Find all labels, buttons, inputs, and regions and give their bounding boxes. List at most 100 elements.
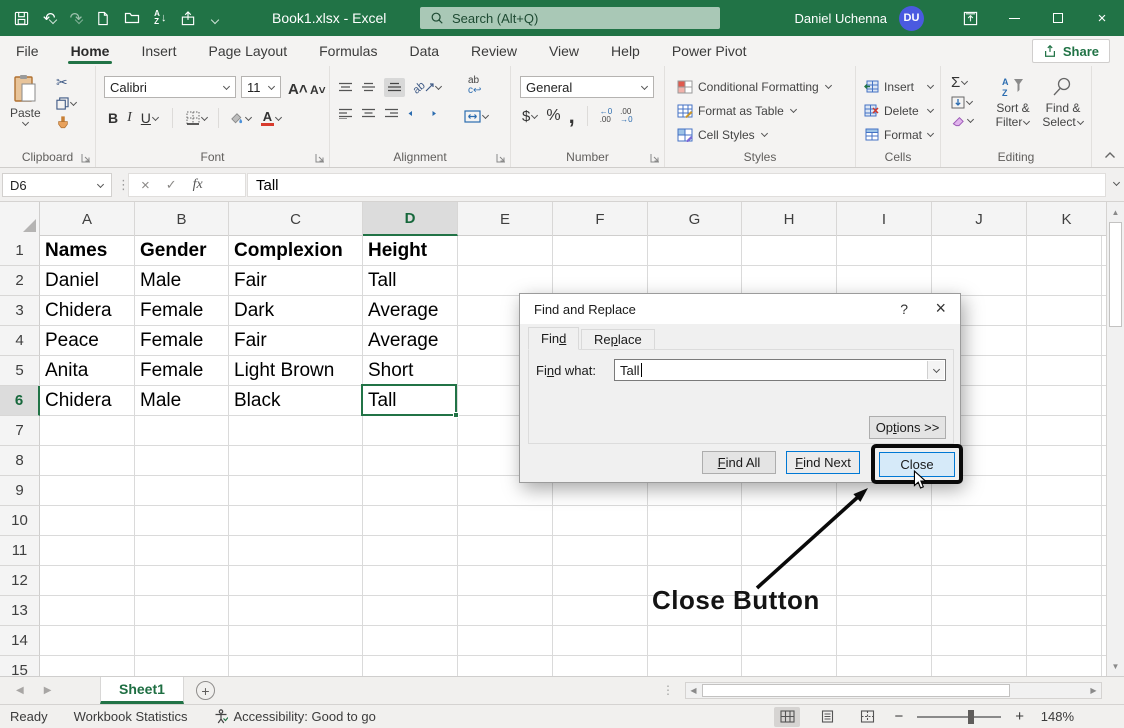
copy-icon[interactable] — [56, 97, 77, 110]
fill-button[interactable] — [951, 96, 974, 109]
number-format-select[interactable]: General — [520, 76, 654, 98]
borders-button[interactable] — [186, 111, 208, 125]
column-header-g[interactable]: G — [648, 202, 742, 236]
delete-cells-button[interactable]: Delete — [864, 99, 934, 122]
insert-cells-button[interactable]: Insert — [864, 75, 934, 98]
row-header-6[interactable]: 6 — [0, 386, 40, 416]
share-button[interactable]: Share — [1032, 39, 1110, 63]
wrap-text-button[interactable]: abc↩ — [468, 76, 481, 96]
decrease-indent-button[interactable] — [407, 108, 423, 119]
close-window-button[interactable]: × — [1080, 0, 1124, 36]
horizontal-scroll-thumb[interactable] — [702, 684, 1010, 697]
zoom-out-button[interactable]: − — [894, 708, 903, 725]
chevron-down-icon[interactable] — [245, 113, 252, 120]
page-layout-view-button[interactable] — [814, 707, 840, 727]
column-header-f[interactable]: F — [553, 202, 648, 236]
row-header-8[interactable]: 8 — [0, 446, 40, 476]
cell-b2[interactable]: Male — [135, 266, 228, 296]
tab-split-handle[interactable]: ⋮ — [662, 683, 672, 697]
font-dialog-launcher-icon[interactable] — [315, 153, 325, 163]
expand-formula-bar-icon[interactable] — [1113, 179, 1120, 186]
column-header-i[interactable]: I — [837, 202, 932, 236]
cut-icon[interactable]: ✂ — [56, 74, 68, 91]
merge-center-button[interactable] — [464, 110, 489, 123]
accessibility-status[interactable]: Accessibility: Good to go — [214, 709, 376, 724]
chevron-down-icon[interactable] — [966, 98, 973, 105]
normal-view-button[interactable] — [774, 707, 800, 727]
cell-b5[interactable]: Female — [135, 356, 228, 386]
options-button[interactable]: Options >> — [869, 416, 946, 439]
cell-b1[interactable]: Gender — [135, 236, 228, 266]
column-header-c[interactable]: C — [229, 202, 363, 236]
new-sheet-button[interactable]: + — [196, 681, 215, 700]
orientation-button[interactable]: ab — [413, 82, 442, 94]
row-header-7[interactable]: 7 — [0, 416, 40, 446]
find-select-button[interactable]: Find & Select — [1039, 76, 1087, 129]
increase-indent-button[interactable] — [431, 108, 447, 119]
tab-power-pivot[interactable]: Power Pivot — [669, 36, 750, 66]
bottom-align-button[interactable] — [384, 78, 405, 97]
format-cells-button[interactable]: Format — [864, 123, 934, 146]
cell-d4[interactable]: Average — [363, 326, 457, 356]
ribbon-display-options-icon[interactable] — [948, 0, 992, 36]
chevron-down-icon[interactable] — [961, 78, 968, 85]
export-icon[interactable] — [180, 11, 196, 26]
tab-insert[interactable]: Insert — [138, 36, 179, 66]
scroll-right-icon[interactable]: ▶ — [1086, 683, 1101, 699]
user-account[interactable]: Daniel Uchenna DU — [794, 0, 924, 36]
decrease-decimal-button[interactable]: .00→0 — [620, 108, 632, 124]
chevron-down-icon[interactable] — [152, 113, 159, 120]
find-history-dropdown[interactable] — [927, 361, 944, 379]
dialog-help-button[interactable]: ? — [900, 301, 908, 317]
cell-b3[interactable]: Female — [135, 296, 228, 326]
chevron-down-icon[interactable] — [482, 112, 489, 119]
chevron-down-icon[interactable] — [70, 99, 77, 106]
cell-a4[interactable]: Peace — [40, 326, 134, 356]
find-what-input[interactable]: Tall — [614, 359, 946, 381]
tab-data[interactable]: Data — [406, 36, 442, 66]
tab-file[interactable]: File — [13, 36, 42, 66]
vertical-scrollbar[interactable]: ▲ ▼ — [1106, 202, 1124, 676]
font-family-select[interactable]: Calibri — [104, 76, 236, 98]
column-header-j[interactable]: J — [932, 202, 1027, 236]
tab-find[interactable]: Find — [528, 327, 579, 350]
row-header-15[interactable]: 15 — [0, 656, 40, 676]
scroll-up-icon[interactable]: ▲ — [1107, 204, 1124, 220]
chevron-down-icon[interactable] — [435, 83, 442, 90]
column-header-d[interactable]: D — [363, 202, 458, 236]
cell-b4[interactable]: Female — [135, 326, 228, 356]
dialog-close-icon[interactable]: × — [935, 298, 946, 319]
align-right-button[interactable] — [384, 108, 399, 119]
row-header-4[interactable]: 4 — [0, 326, 40, 356]
cell-d1[interactable]: Height — [363, 236, 457, 266]
tab-view[interactable]: View — [546, 36, 582, 66]
tab-help[interactable]: Help — [608, 36, 643, 66]
increase-decimal-button[interactable]: ←0.00 — [600, 108, 612, 124]
cell-c3[interactable]: Dark — [229, 296, 362, 326]
row-header-3[interactable]: 3 — [0, 296, 40, 326]
middle-align-button[interactable] — [361, 82, 376, 93]
scroll-down-icon[interactable]: ▼ — [1107, 658, 1124, 674]
cell-d2[interactable]: Tall — [363, 266, 457, 296]
save-icon[interactable] — [14, 11, 29, 26]
formula-input[interactable]: Tall — [247, 173, 1106, 197]
horizontal-scrollbar[interactable]: ◀ ▶ — [685, 682, 1102, 699]
cell-styles-button[interactable]: Cell Styles — [677, 123, 768, 146]
row-header-12[interactable]: 12 — [0, 566, 40, 596]
cell-c4[interactable]: Fair — [229, 326, 362, 356]
accounting-format-button[interactable]: $ — [522, 108, 538, 125]
cell-b6[interactable]: Male — [135, 386, 228, 416]
customize-qat-icon[interactable] — [211, 16, 219, 24]
name-box[interactable]: D6 — [2, 173, 112, 197]
sheet-tab-sheet1[interactable]: Sheet1 — [100, 677, 184, 704]
increase-font-size-button[interactable]: A˄ — [288, 78, 308, 100]
alignment-dialog-launcher-icon[interactable] — [496, 153, 506, 163]
autosum-button[interactable]: Σ — [951, 74, 974, 91]
row-header-11[interactable]: 11 — [0, 536, 40, 566]
cell-c6[interactable]: Black — [229, 386, 362, 416]
cell-d5[interactable]: Short — [363, 356, 457, 386]
percent-style-button[interactable]: % — [546, 107, 560, 125]
cell-a5[interactable]: Anita — [40, 356, 134, 386]
row-header-13[interactable]: 13 — [0, 596, 40, 626]
tab-home[interactable]: Home — [68, 36, 113, 66]
